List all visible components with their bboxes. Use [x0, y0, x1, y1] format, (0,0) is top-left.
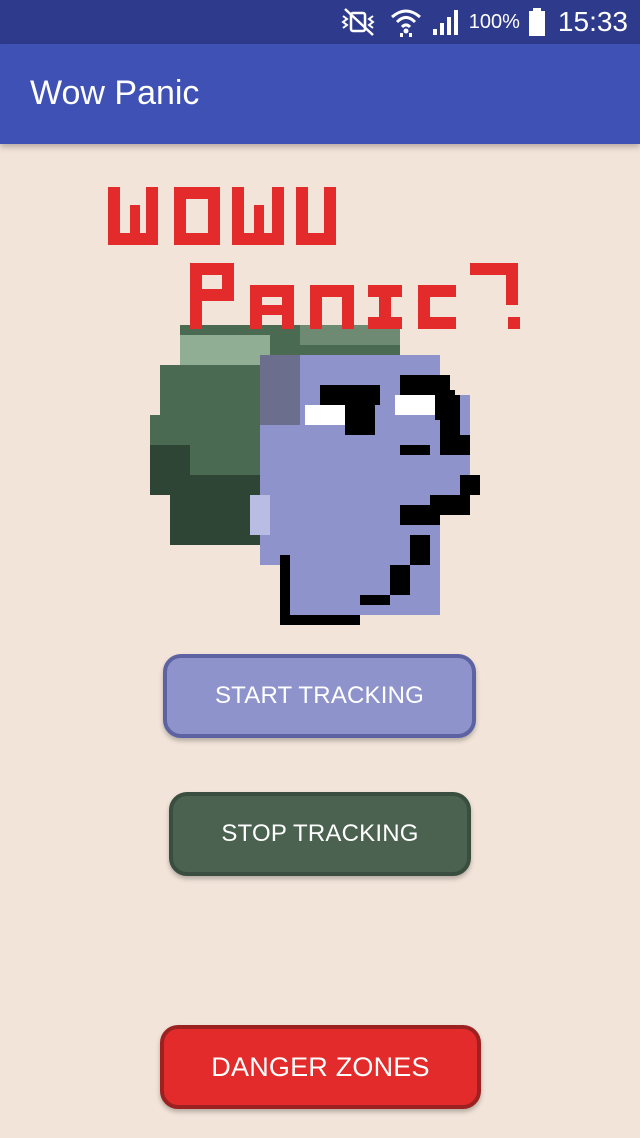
status-icons: 100% 15:33 [337, 0, 628, 44]
stop-tracking-label: STOP TRACKING [221, 820, 419, 847]
wow-panic-logo [100, 175, 560, 635]
battery-percent: 100% [468, 10, 520, 33]
app-bar: Wow Panic [0, 44, 640, 144]
battery-icon [528, 7, 546, 37]
danger-zones-label: DANGER ZONES [211, 1051, 430, 1082]
app-title: Wow Panic [30, 74, 200, 112]
danger-zones-button[interactable]: DANGER ZONES [160, 1025, 481, 1109]
signal-icon [431, 7, 461, 37]
clock: 15:33 [557, 6, 628, 37]
status-bar: 100% 15:33 [0, 0, 640, 44]
start-tracking-label: START TRACKING [214, 682, 425, 709]
logo-text [108, 187, 520, 329]
start-tracking-button[interactable]: START TRACKING [163, 654, 476, 738]
stop-tracking-button[interactable]: STOP TRACKING [169, 792, 471, 876]
wifi-icon [389, 6, 423, 38]
mute-vibrate-icon [337, 7, 381, 37]
